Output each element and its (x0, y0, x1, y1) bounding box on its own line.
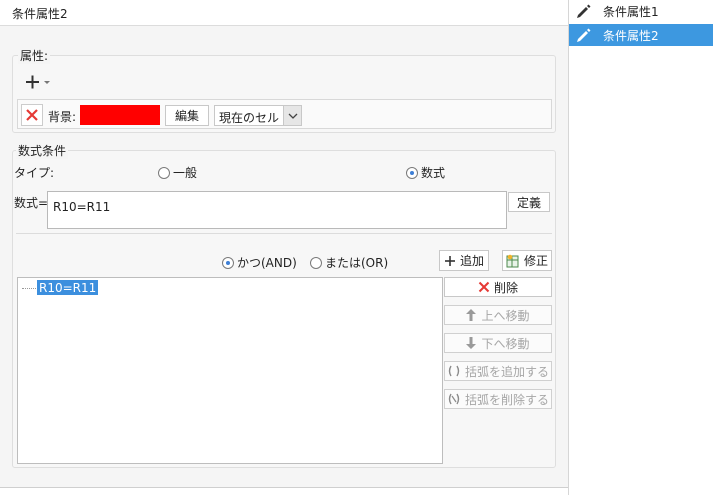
logic-radio-or-label: または(OR) (325, 256, 389, 270)
pencil-icon (577, 28, 591, 42)
type-radio-formula[interactable]: 数式 (406, 164, 445, 181)
bottom-grid-strip (0, 487, 568, 495)
delete-condition-label: 削除 (493, 280, 518, 295)
logic-radio-and-label: かつ(AND) (237, 256, 297, 270)
plus-icon (26, 75, 50, 89)
type-radio-formula-label: 数式 (421, 166, 446, 180)
move-up-button[interactable]: 上へ移動 (444, 305, 552, 325)
add-attribute-dropdown[interactable] (23, 71, 53, 93)
tree-item-label: R10=R11 (39, 280, 97, 295)
logic-radio-and[interactable]: かつ(AND) (222, 254, 297, 271)
scope-select[interactable]: 現在のセル (214, 105, 302, 126)
parentheses-icon (448, 365, 460, 377)
logic-radio-or[interactable]: または(OR) (310, 254, 388, 271)
radio-circle-selected (222, 256, 234, 269)
modify-condition-button[interactable]: 修正 (502, 250, 552, 271)
delete-condition-button[interactable]: 削除 (444, 277, 552, 297)
scope-select-value: 現在のセル (219, 111, 280, 125)
background-label: 背景: (48, 110, 77, 124)
radio-circle (158, 166, 170, 179)
move-up-label: 上へ移動 (481, 308, 530, 323)
sidebar-item-label: 条件属性2 (603, 28, 659, 43)
add-condition-button[interactable]: 追加 (439, 250, 489, 271)
page-title: 条件属性2 (12, 7, 68, 21)
attributes-label: 属性: (18, 47, 51, 64)
move-down-label: 下へ移動 (481, 336, 530, 351)
radio-circle (310, 256, 322, 269)
move-down-button[interactable]: 下へ移動 (444, 333, 552, 353)
condition-tree[interactable]: R10=R11 (17, 277, 443, 464)
tree-item-selected[interactable]: R10=R11 (37, 280, 99, 295)
radio-circle-selected (406, 166, 418, 179)
close-icon (26, 109, 38, 121)
define-button[interactable]: 定義 (508, 192, 550, 212)
sidebar-item-label: 条件属性1 (603, 4, 659, 19)
close-icon (478, 281, 490, 293)
condition-editor-pane: 条件属性2 属性: 背景: 編集 現在のセル 数式条件 タイプ: 一般 数式 数… (0, 0, 568, 495)
pencil-icon (577, 4, 591, 18)
type-radio-general-label: 一般 (173, 166, 198, 180)
tree-connector (22, 288, 36, 289)
add-condition-label: 追加 (459, 254, 484, 268)
sidebar-item-condition-2[interactable]: 条件属性2 (569, 24, 713, 46)
plus-icon (444, 255, 455, 266)
sidebar-item-condition-1[interactable]: 条件属性1 (569, 0, 713, 22)
formula-label: 数式= (14, 196, 49, 210)
remove-parentheses-icon (448, 393, 460, 405)
chevron-down-icon (283, 106, 301, 125)
arrow-up-icon (466, 309, 477, 321)
divider (16, 233, 552, 234)
formula-input-value: R10=R11 (53, 200, 111, 214)
remove-attribute-button[interactable] (21, 104, 43, 126)
remove-parens-label: 括弧を削除する (464, 392, 549, 407)
type-radio-general[interactable]: 一般 (158, 164, 197, 181)
background-color-swatch[interactable] (80, 105, 160, 125)
modify-condition-label: 修正 (523, 254, 548, 268)
type-label: タイプ: (14, 166, 55, 180)
edit-table-icon (506, 254, 519, 267)
title-bar: 条件属性2 (0, 0, 568, 26)
condition-list-pane: 条件属性1 条件属性2 (568, 0, 713, 495)
remove-parens-button[interactable]: 括弧を削除する (444, 389, 552, 409)
add-parens-button[interactable]: 括弧を追加する (444, 361, 552, 381)
formula-input[interactable]: R10=R11 (47, 191, 507, 229)
formula-conditions-label: 数式条件 (16, 142, 69, 159)
edit-button[interactable]: 編集 (165, 105, 209, 126)
add-parens-label: 括弧を追加する (464, 364, 549, 379)
arrow-down-icon (466, 337, 477, 349)
